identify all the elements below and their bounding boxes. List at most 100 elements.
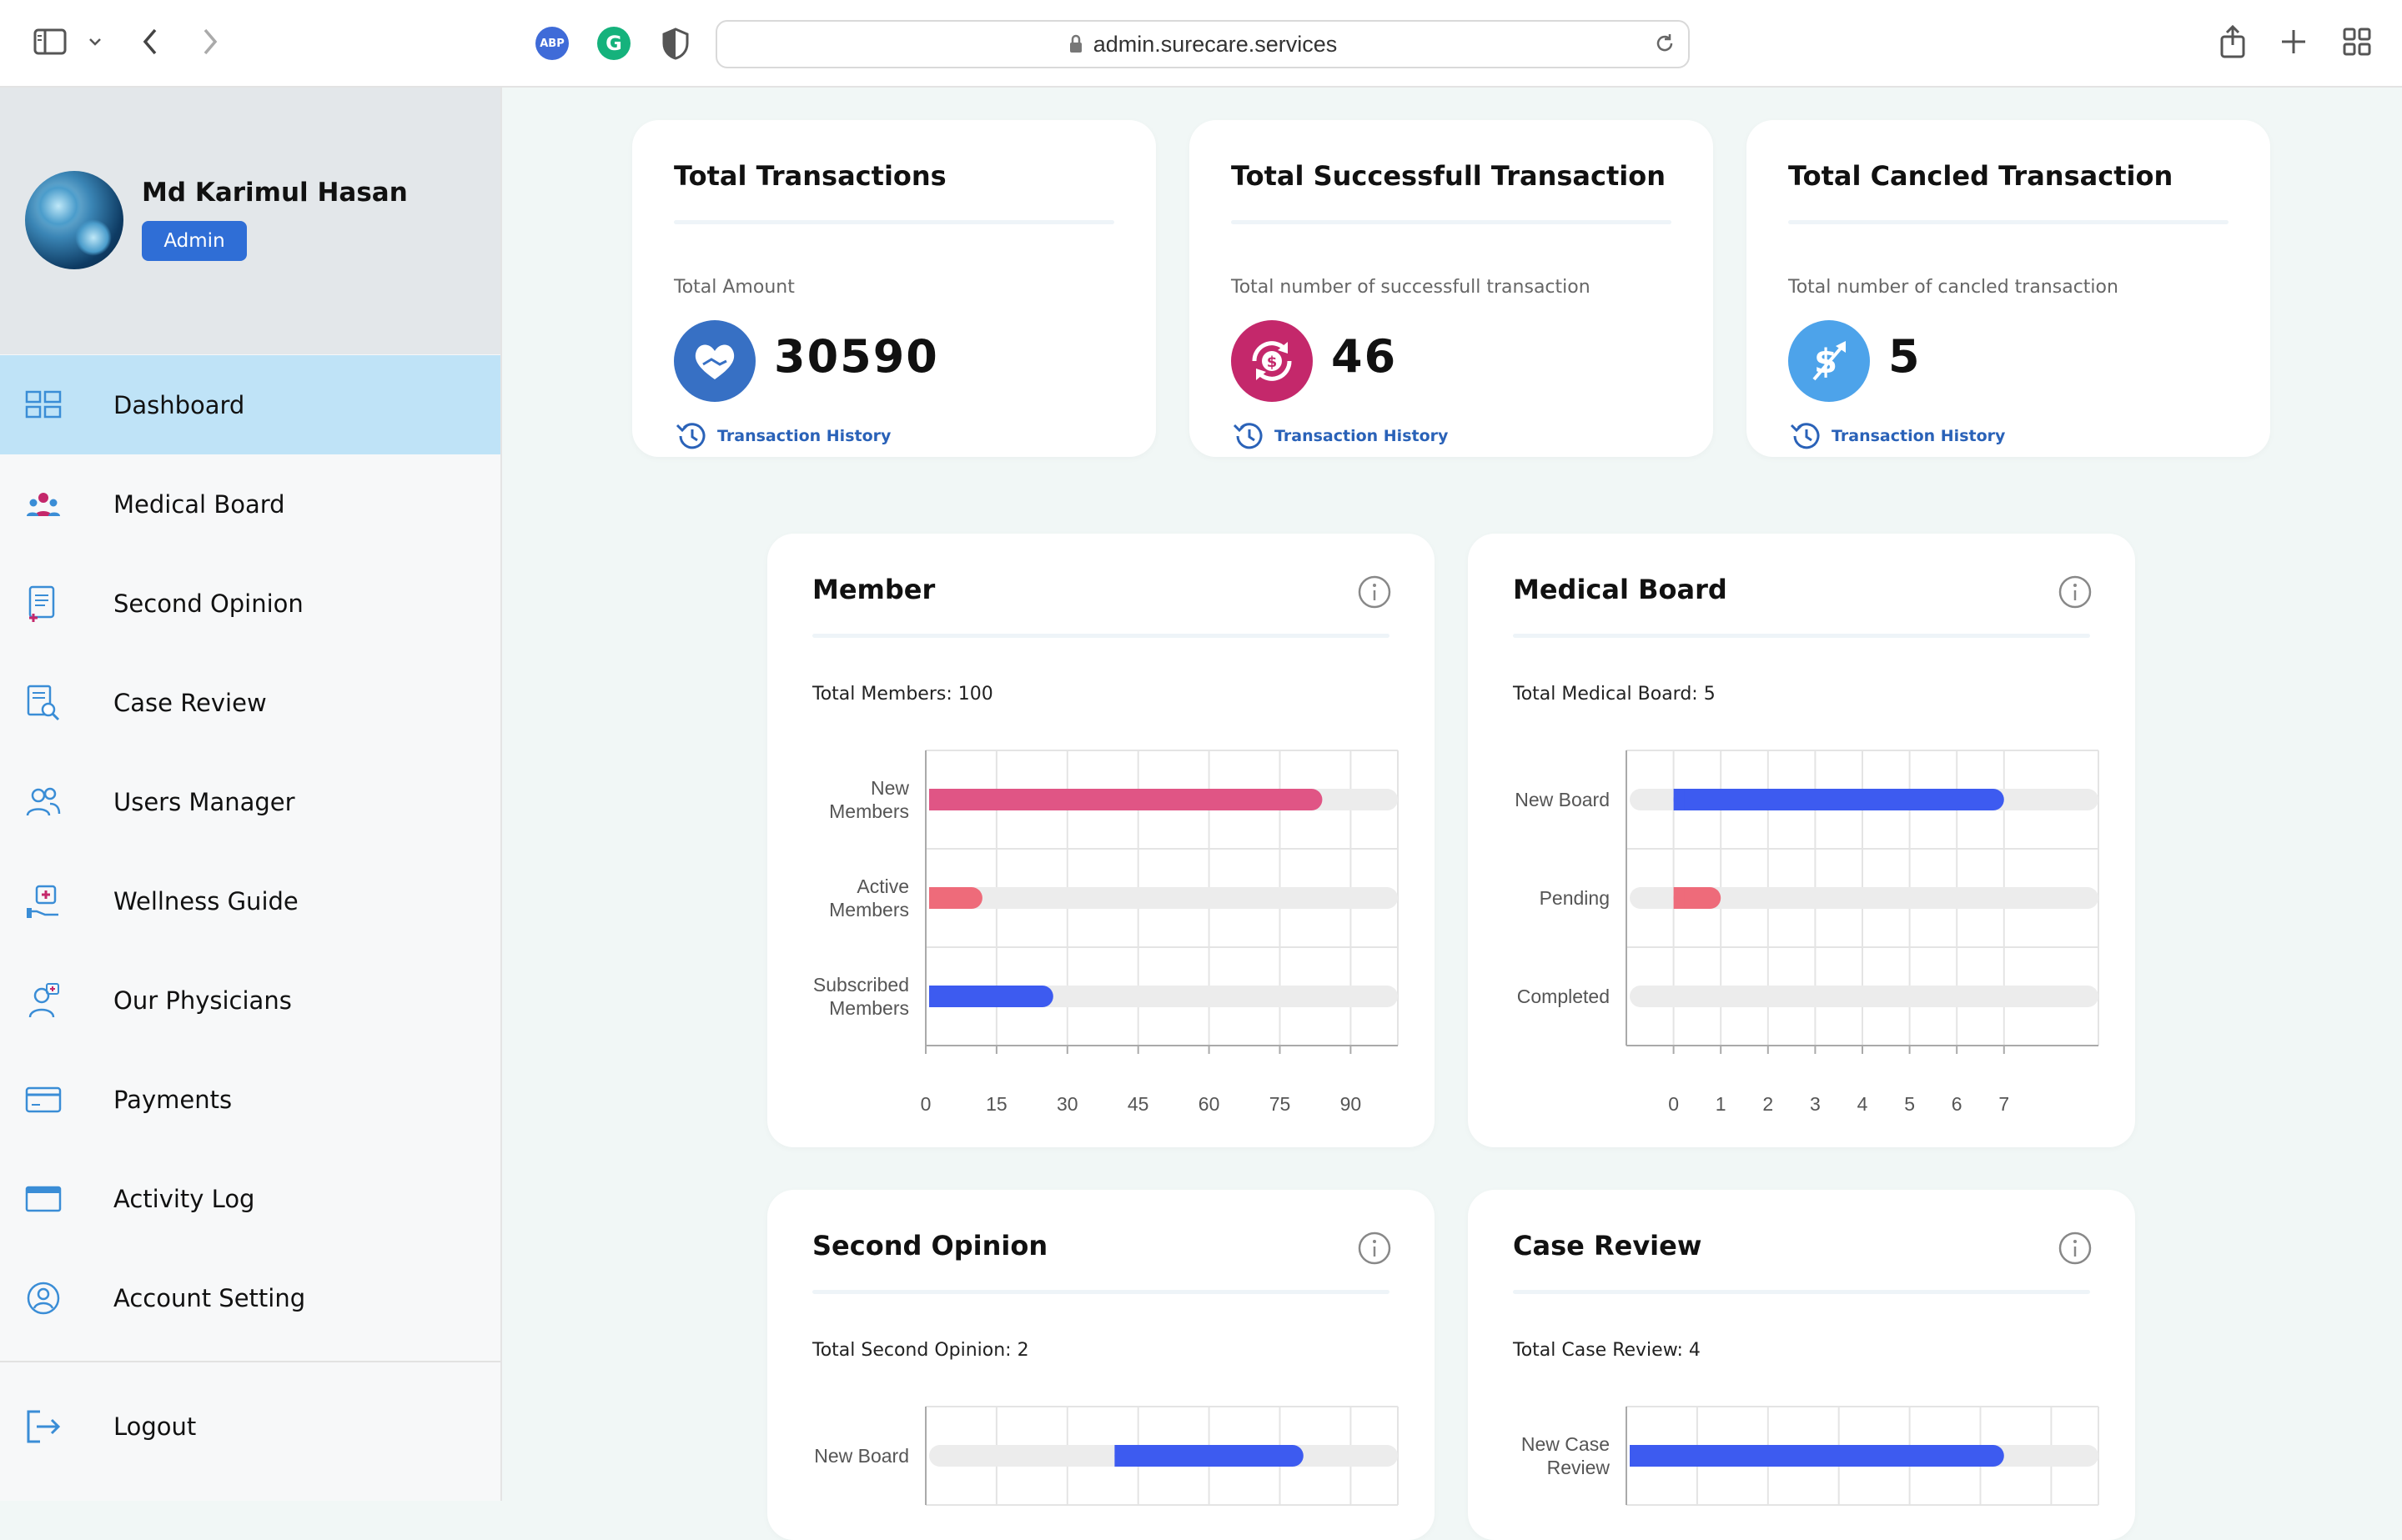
grid-icon <box>25 390 62 419</box>
chevron-down-icon[interactable] <box>87 33 103 50</box>
sidebar-item-label: Second Opinion <box>113 589 304 618</box>
x-tick-label: 30 <box>1057 1093 1078 1115</box>
sidebar-item-case-review[interactable]: Case Review <box>0 653 500 752</box>
bar-track <box>929 887 1398 909</box>
sidebar-item-dashboard[interactable]: Dashboard <box>0 355 500 454</box>
document-search-icon <box>27 685 60 721</box>
bar <box>929 887 940 909</box>
sidebar-item-medical-board[interactable]: Medical Board <box>0 454 500 554</box>
chart-card-medical-board: Medical Board Total Medical Board: 5 New… <box>1468 534 2135 1147</box>
stat-card-successful-transactions: Total Successfull Transaction Total numb… <box>1189 120 1713 457</box>
share-icon[interactable] <box>2219 25 2247 58</box>
sidebar-divider <box>0 1361 500 1362</box>
sidebar-item-label: Wellness Guide <box>113 886 299 915</box>
adblock-extension-icon[interactable]: ABP <box>535 27 569 60</box>
sidebar-item-users-manager[interactable]: Users Manager <box>0 752 500 851</box>
logout-label: Logout <box>113 1412 197 1441</box>
medkit-hand-icon <box>27 885 58 918</box>
category-label: New Board <box>814 1445 909 1467</box>
x-tick-label: 15 <box>986 1093 1008 1115</box>
shield-icon[interactable] <box>661 27 691 60</box>
address-bar[interactable]: admin.surecare.services <box>716 20 1690 68</box>
reload-icon[interactable] <box>1653 32 1676 55</box>
sidebar-item-wellness-guide[interactable]: Wellness Guide <box>0 851 500 951</box>
card-icon <box>25 1086 62 1113</box>
sidebar-item-label: Users Manager <box>113 787 295 816</box>
sidebar-toggle-icon[interactable] <box>33 28 67 55</box>
avatar[interactable] <box>25 171 123 269</box>
bar <box>1673 789 1685 810</box>
category-label: Active Members <box>829 875 909 920</box>
category-label: New Members <box>829 777 909 822</box>
chart-card-case-review: Case Review Total Case Review: 4 New Cas… <box>1468 1190 2135 1540</box>
url-text: admin.surecare.services <box>1093 31 1338 57</box>
profile-panel: Md Karimul Hasan Admin <box>0 88 500 354</box>
team-icon <box>27 493 60 516</box>
handshake-heart-icon <box>674 320 756 402</box>
x-tick-label: 3 <box>1810 1093 1821 1115</box>
bar[interactable] <box>1630 1445 2004 1467</box>
sidebar-item-payments[interactable]: Payments <box>0 1050 500 1149</box>
medical-board-bar-chart: New Board Pending Completed 0 1 2 3 4 5 6 7 <box>1515 750 2099 1115</box>
sidebar: Md Karimul Hasan Admin Dashboard Medical… <box>0 88 502 1501</box>
browser-toolbar: ABP G admin.surecare.services <box>0 0 2402 88</box>
sidebar-item-second-opinion[interactable]: Second Opinion <box>0 554 500 653</box>
sidebar-item-label: Activity Log <box>113 1184 255 1213</box>
x-tick-label: 4 <box>1857 1093 1868 1115</box>
bar <box>1673 887 1685 909</box>
x-tick-label: 75 <box>1269 1093 1291 1115</box>
chart-card-member: Member Total Members: 100 New Members Acti… <box>767 534 1435 1147</box>
second-opinion-bar-chart: New Board <box>814 1406 1399 1506</box>
dollar-arrow-icon: $ <box>1788 320 1870 402</box>
transaction-history-link[interactable]: Transaction History <box>1231 420 1448 452</box>
x-tick-label: 90 <box>1340 1093 1362 1115</box>
transaction-history-link[interactable]: Transaction History <box>674 420 891 452</box>
profile-name: Md Karimul Hasan <box>142 178 408 208</box>
back-icon[interactable] <box>140 27 160 57</box>
stat-card-canceled-transactions: Total Cancled Transaction Total number o… <box>1746 120 2270 457</box>
new-tab-icon[interactable] <box>2279 27 2309 57</box>
sidebar-item-label: Medical Board <box>113 489 285 519</box>
divider <box>1231 220 1671 224</box>
bar-track <box>1630 986 2098 1007</box>
bar <box>1630 1445 1641 1467</box>
grammarly-extension-icon[interactable]: G <box>597 27 631 60</box>
history-icon <box>1790 423 1820 449</box>
account-icon <box>27 1282 60 1315</box>
x-tick-label: 6 <box>1952 1093 1962 1115</box>
sidebar-item-activity-log[interactable]: Activity Log <box>0 1149 500 1248</box>
logout-icon <box>27 1410 61 1443</box>
history-icon <box>676 423 706 449</box>
x-tick-label: 2 <box>1762 1093 1773 1115</box>
sidebar-item-account-setting[interactable]: Account Setting <box>0 1248 500 1347</box>
logout-button[interactable]: Logout <box>0 1377 500 1476</box>
x-tick-label: 7 <box>1998 1093 2009 1115</box>
card-subtitle: Total Amount <box>674 277 795 298</box>
card-subtitle: Total number of successfull transaction <box>1231 277 1590 298</box>
x-tick-label: 5 <box>1904 1093 1915 1115</box>
category-label: New Board <box>1515 789 1610 810</box>
divider <box>674 220 1114 224</box>
card-title: Total Successfull Transaction <box>1231 160 1666 192</box>
users-icon <box>26 787 61 816</box>
case-review-bar-chart: New Case Review <box>1521 1406 2099 1506</box>
bar[interactable] <box>1673 789 2004 810</box>
bar[interactable] <box>929 986 1053 1007</box>
transaction-history-link[interactable]: Transaction History <box>1788 420 2005 452</box>
stat-value: 5 <box>1888 330 1922 383</box>
forward-icon[interactable] <box>200 27 220 57</box>
x-tick-label: 45 <box>1128 1093 1149 1115</box>
chart-card-second-opinion: Second Opinion Total Second Opinion: 2 N… <box>767 1190 1435 1540</box>
physician-icon <box>28 983 59 1018</box>
sidebar-item-our-physicians[interactable]: Our Physicians <box>0 951 500 1050</box>
svg-text:$: $ <box>1267 354 1278 371</box>
tab-overview-icon[interactable] <box>2342 27 2372 57</box>
card-title: Total Cancled Transaction <box>1788 160 2173 192</box>
card-subtitle: Total number of cancled transaction <box>1788 277 2118 298</box>
role-badge: Admin <box>142 221 247 261</box>
bar[interactable] <box>929 789 1323 810</box>
sidebar-item-label: Payments <box>113 1085 233 1114</box>
x-tick-label: 60 <box>1198 1093 1220 1115</box>
stat-value: 46 <box>1331 330 1398 383</box>
bar[interactable] <box>1114 1445 1304 1467</box>
